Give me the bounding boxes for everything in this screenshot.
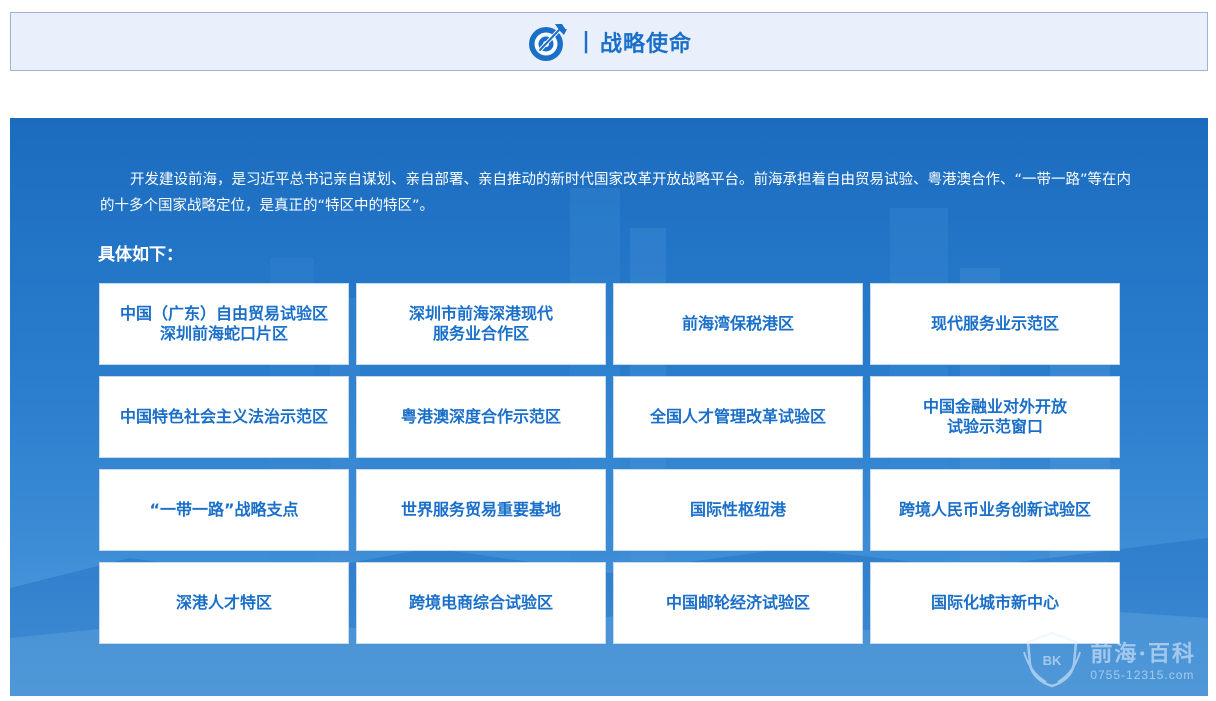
positioning-card-4[interactable]: 现代服务业示范区 [870,283,1120,365]
positioning-card-13[interactable]: 深港人才特区 [99,562,349,644]
positioning-card-7[interactable]: 全国人才管理改革试验区 [613,376,863,458]
positioning-card-5[interactable]: 中国特色社会主义法治示范区 [99,376,349,458]
positioning-card-15[interactable]: 中国邮轮经济试验区 [613,562,863,644]
mission-panel: 开发建设前海，是习近平总书记亲自谋划、亲自部署、亲自推动的新时代国家改革开放战略… [10,118,1208,696]
positioning-card-3[interactable]: 前海湾保税港区 [613,283,863,365]
watermark-badge-text: BK [1043,653,1062,668]
watermark-logo: BK 前海·百科 0755-12315.com [1020,630,1196,688]
intro-text: 开发建设前海，是习近平总书记亲自谋划、亲自部署、亲自推动的新时代国家改革开放战略… [100,172,1132,214]
positioning-grid: 中国（广东）自由贸易试验区 深圳前海蛇口片区 深圳市前海深港现代 服务业合作区 … [99,283,1123,644]
header-separator: | [581,29,591,54]
list-heading: 具体如下： [98,245,183,265]
positioning-card-1[interactable]: 中国（广东）自由贸易试验区 深圳前海蛇口片区 [99,283,349,365]
positioning-card-8[interactable]: 中国金融业对外开放 试验示范窗口 [870,376,1120,458]
positioning-card-11[interactable]: 国际性枢纽港 [613,469,863,551]
intro-paragraph: 开发建设前海，是习近平总书记亲自谋划、亲自部署、亲自推动的新时代国家改革开放战略… [100,167,1140,219]
positioning-card-14[interactable]: 跨境电商综合试验区 [356,562,606,644]
positioning-card-6[interactable]: 粤港澳深度合作示范区 [356,376,606,458]
positioning-card-10[interactable]: 世界服务贸易重要基地 [356,469,606,551]
shield-badge-icon: BK [1023,631,1082,688]
watermark-text: 前海·百科 0755-12315.com [1090,636,1196,682]
watermark-name: 前海·百科 [1090,641,1196,667]
section-header-inner: | 战略使命 [526,20,692,64]
positioning-card-2[interactable]: 深圳市前海深港现代 服务业合作区 [356,283,606,365]
target-arrow-icon [528,23,567,61]
positioning-card-9[interactable]: “一带一路”战略支点 [99,469,349,551]
positioning-card-12[interactable]: 跨境人民币业务创新试验区 [870,469,1120,551]
watermark-phone: 0755-12315.com [1090,668,1195,682]
section-header: | 战略使命 [10,12,1208,71]
section-title: 战略使命 [600,31,693,57]
